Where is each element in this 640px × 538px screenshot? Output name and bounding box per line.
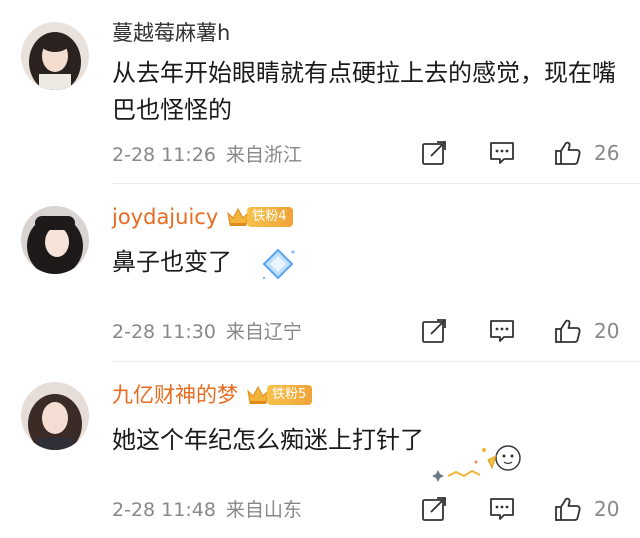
avatar[interactable]	[21, 206, 89, 274]
share-icon[interactable]	[420, 139, 448, 167]
like-count: 20	[594, 497, 620, 521]
comment-time: 2-28 11:30	[112, 321, 216, 343]
thumbs-up-icon[interactable]	[554, 317, 582, 345]
comment-location: 来自山东	[225, 499, 302, 521]
comment-icon[interactable]	[488, 317, 516, 345]
comment-meta: 2-28 11:26 来自浙江	[112, 140, 302, 167]
diamond-emoji-icon	[262, 248, 295, 280]
username[interactable]: joydajuicy 铁粉4	[112, 202, 293, 232]
like-count: 20	[594, 319, 620, 343]
fan-badge-label: 铁粉5	[267, 385, 313, 405]
comment-item: 蔓越莓麻薯h 从去年开始眼睛就有点硬拉上去的感觉，现在嘴巴也怪怪的 2-28 1…	[0, 0, 640, 183]
fan-badge-label: 铁粉4	[247, 207, 293, 227]
avatar[interactable]	[21, 382, 89, 450]
share-icon[interactable]	[420, 317, 448, 345]
share-icon[interactable]	[420, 495, 448, 523]
fan-badge[interactable]: 铁粉5	[246, 383, 313, 407]
username[interactable]: 蔓越莓麻薯h	[112, 18, 230, 48]
username-text[interactable]: joydajuicy	[112, 202, 218, 232]
thumbs-up-icon[interactable]	[554, 495, 582, 523]
comment-location: 来自辽宁	[225, 321, 302, 343]
comment-item: 九亿财神的梦 铁粉5 她这个年纪怎么痴迷上打针了 2-28 11:48 来自山东 …	[0, 362, 640, 538]
comment-text: 鼻子也变了	[112, 248, 232, 276]
comment-location: 来自浙江	[225, 144, 302, 166]
comment-icon[interactable]	[488, 139, 516, 167]
username-text[interactable]: 九亿财神的梦	[112, 380, 238, 410]
fan-badge[interactable]: 铁粉4	[226, 205, 293, 229]
comment-meta: 2-28 11:48 来自山东	[112, 495, 302, 522]
avatar[interactable]	[21, 22, 89, 90]
comment-text: 从去年开始眼睛就有点硬拉上去的感觉，现在嘴巴也怪怪的	[112, 59, 616, 124]
comment-icon[interactable]	[488, 495, 516, 523]
username[interactable]: 九亿财神的梦 铁粉5	[112, 380, 313, 410]
comment-text: 她这个年纪怎么痴迷上打针了	[112, 426, 424, 454]
comment-item: joydajuicy 铁粉4 鼻子也变了 2-28 11:30 来自辽宁 20	[0, 184, 640, 361]
celebration-sticker-icon	[432, 445, 521, 482]
comment-time: 2-28 11:48	[112, 499, 216, 521]
comment-meta: 2-28 11:30 来自辽宁	[112, 317, 302, 344]
like-count: 26	[594, 141, 620, 165]
thumbs-up-icon[interactable]	[554, 139, 582, 167]
comment-time: 2-28 11:26	[112, 144, 216, 166]
